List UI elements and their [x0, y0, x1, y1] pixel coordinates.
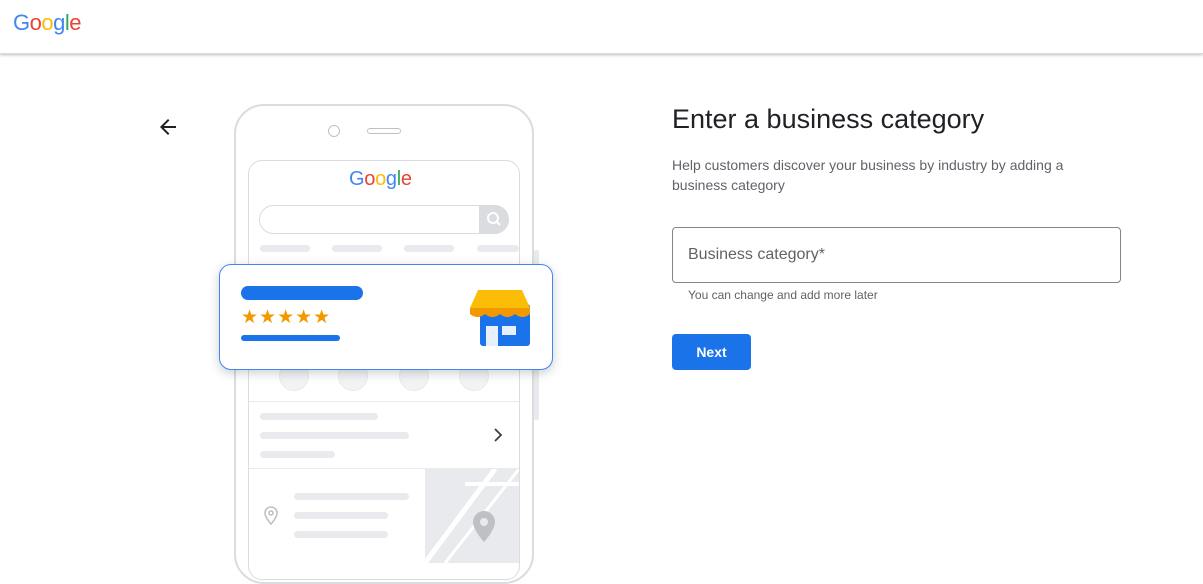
divider — [249, 401, 519, 402]
page-title: Enter a business category — [672, 104, 985, 134]
map-thumbnail — [425, 469, 519, 563]
placeholder-line — [404, 245, 454, 252]
placeholder-line — [260, 413, 378, 420]
mini-search-bar — [259, 205, 509, 234]
top-bar: Google — [0, 0, 1203, 54]
business-name-bar — [241, 286, 363, 300]
phone-speaker — [367, 128, 401, 134]
placeholder-line — [294, 531, 388, 538]
back-arrow-icon[interactable] — [156, 115, 180, 139]
google-logo[interactable]: Google — [13, 10, 82, 36]
storefront-icon — [470, 290, 530, 346]
placeholder-line — [477, 245, 519, 252]
placeholder-line — [260, 432, 409, 439]
placeholder-line — [260, 451, 335, 458]
placeholder-line — [332, 245, 382, 252]
next-button[interactable]: Next — [672, 334, 751, 370]
placeholder-line — [294, 512, 388, 519]
page-subtitle: Help customers discover your business by… — [672, 157, 1064, 193]
chevron-right-icon — [491, 427, 505, 443]
placeholder-line — [294, 493, 409, 500]
business-info-bar — [241, 335, 340, 341]
mini-google-logo: Google — [349, 168, 412, 190]
search-icon — [479, 205, 509, 234]
phone-camera — [328, 125, 340, 137]
location-pin-icon — [262, 505, 280, 527]
helper-text: You can change and add more later — [688, 288, 878, 302]
business-category-input[interactable] — [688, 228, 1108, 282]
business-category-field[interactable] — [672, 227, 1121, 283]
placeholder-line — [260, 245, 310, 252]
rating-stars: ★★★★★ — [241, 306, 332, 328]
